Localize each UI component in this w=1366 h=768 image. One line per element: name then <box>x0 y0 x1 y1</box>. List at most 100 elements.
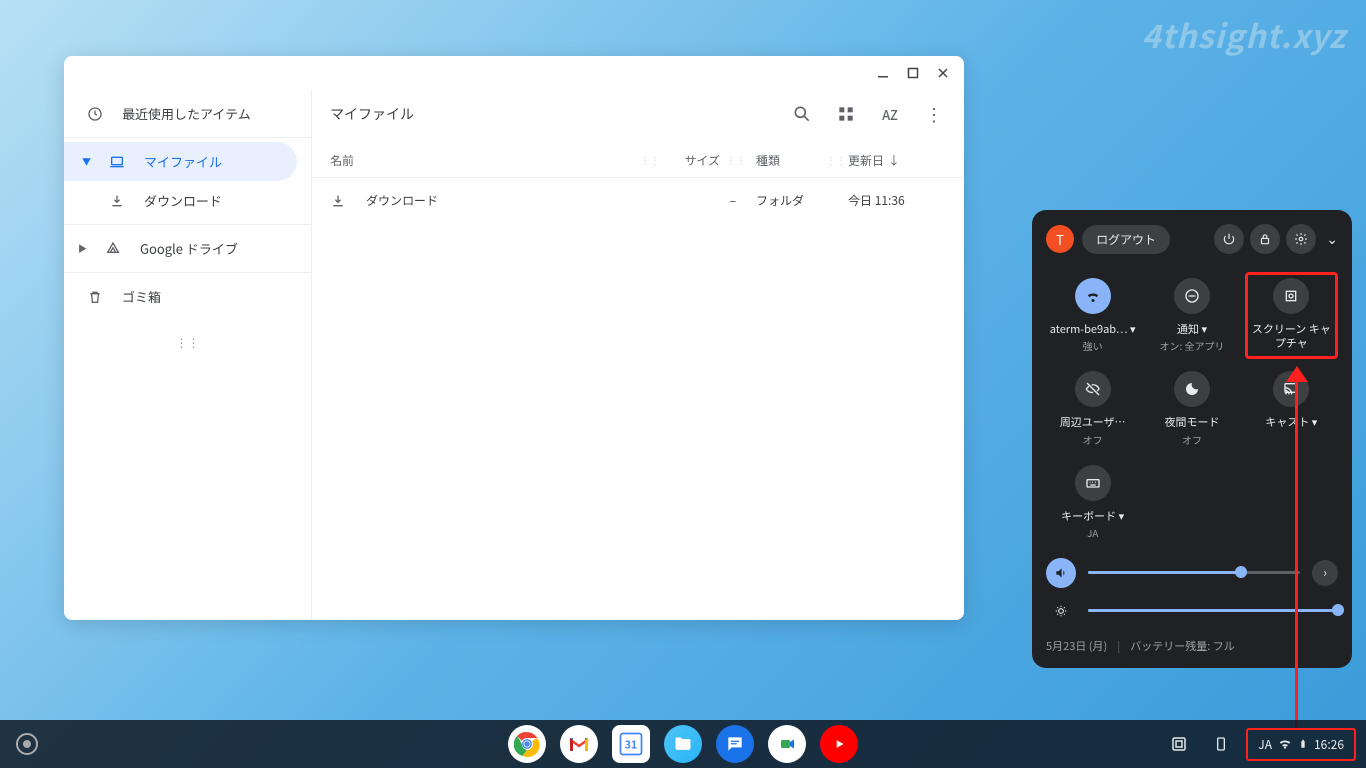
maximize-button[interactable] <box>904 64 922 82</box>
files-icon[interactable] <box>664 725 702 763</box>
youtube-icon[interactable] <box>820 725 858 763</box>
sidebar-item-gdrive[interactable]: ▶ Google ドライブ <box>64 229 311 268</box>
tile-notifications[interactable]: 通知 ▾ オン: 全アプリ <box>1145 272 1238 359</box>
sidebar-item-label: Google ドライブ <box>140 239 238 258</box>
tile-wifi[interactable]: aterm-be9ab… ▾ 強い <box>1046 272 1139 359</box>
tile-sub: JA <box>1087 525 1098 540</box>
tile-label: 通知 ▾ <box>1177 322 1207 336</box>
wifi-icon <box>1278 737 1292 751</box>
launcher-button[interactable] <box>16 733 38 755</box>
tile-label: 夜間モード <box>1164 415 1219 429</box>
close-button[interactable] <box>934 64 952 82</box>
sidebar-item-myfiles[interactable]: ▼ マイファイル <box>64 142 297 181</box>
drag-handle-icon[interactable]: ⋮⋮ <box>64 334 311 351</box>
tile-cast[interactable]: キャスト ▾ <box>1245 365 1338 452</box>
tile-label: スクリーン キャプチャ <box>1248 322 1335 351</box>
duo-icon[interactable] <box>768 725 806 763</box>
sidebar-item-trash[interactable]: ゴミ箱 <box>64 277 311 316</box>
breadcrumb-title: マイファイル <box>330 104 770 124</box>
power-button[interactable] <box>1214 224 1244 254</box>
tile-sub: 強い <box>1083 338 1103 353</box>
settings-button[interactable] <box>1286 224 1316 254</box>
quick-settings-panel: T ログアウト ⌄ aterm-be9ab… ▾ 強い 通知 ▾ オン: 全アプ… <box>1032 210 1352 668</box>
table-row[interactable]: ダウンロード – フォルダ 今日 11:36 <box>312 178 964 223</box>
tile-screen-capture[interactable]: スクリーン キャプチャ <box>1245 272 1338 359</box>
row-type: フォルダ <box>736 192 836 209</box>
logout-button[interactable]: ログアウト <box>1082 225 1170 254</box>
table-header: 名前 ⋮⋮ サイズ ⋮⋮ 種類 ⋮⋮ 更新日↓ <box>312 144 964 178</box>
battery-label: バッテリー残量: フル <box>1130 638 1235 654</box>
chrome-icon[interactable] <box>508 725 546 763</box>
keyboard-icon <box>1075 465 1111 501</box>
main-content: マイファイル AZ ⋮ 名前 ⋮⋮ サイズ ⋮⋮ 種類 ⋮⋮ 更新日↓ ダウンロ… <box>312 90 964 620</box>
download-icon <box>108 193 126 209</box>
sidebar-item-downloads[interactable]: ダウンロード <box>64 181 311 220</box>
brightness-slider-row <box>1046 596 1338 626</box>
qs-footer: 5月23日 (月) | バッテリー残量: フル <box>1046 638 1338 654</box>
tile-sub: オフ <box>1182 432 1202 447</box>
tile-nearby[interactable]: 周辺ユーザ… オフ <box>1046 365 1139 452</box>
tile-label: 周辺ユーザ… <box>1060 415 1126 429</box>
volume-icon[interactable] <box>1046 558 1076 588</box>
col-name[interactable]: 名前 <box>330 152 640 169</box>
sidebar-item-recent[interactable]: 最近使用したアイテム <box>64 94 311 133</box>
wifi-icon <box>1075 278 1111 314</box>
avatar[interactable]: T <box>1046 225 1074 253</box>
watermark: 4thsight.xyz <box>1142 12 1346 58</box>
sidebar-item-label: ダウンロード <box>144 191 222 210</box>
tile-night-light[interactable]: 夜間モード オフ <box>1145 365 1238 452</box>
dnd-icon <box>1174 278 1210 314</box>
brightness-slider[interactable] <box>1088 609 1338 612</box>
holding-space-icon[interactable] <box>1162 727 1196 761</box>
window-titlebar <box>64 56 964 90</box>
status-tray[interactable]: JA 16:26 <box>1246 728 1356 761</box>
shelf: 31 JA 16:26 <box>0 720 1366 768</box>
qs-tiles-grid: aterm-be9ab… ▾ 強い 通知 ▾ オン: 全アプリ スクリーン キャ… <box>1046 272 1338 546</box>
col-size[interactable]: サイズ <box>650 152 720 169</box>
calendar-icon[interactable]: 31 <box>612 725 650 763</box>
search-button[interactable] <box>790 102 814 126</box>
sidebar-item-label: マイファイル <box>144 152 222 171</box>
row-date: 今日 11:36 <box>836 192 946 209</box>
svg-text:31: 31 <box>625 738 637 753</box>
clock: 16:26 <box>1314 736 1344 753</box>
collapse-button[interactable]: ⌄ <box>1326 229 1338 249</box>
chevron-right-icon: ▶ <box>78 242 86 255</box>
volume-slider[interactable] <box>1088 571 1300 574</box>
divider <box>64 137 311 138</box>
sort-button[interactable]: AZ <box>878 102 902 126</box>
col-handle-icon[interactable]: ⋮⋮ <box>826 152 836 169</box>
sidebar-item-label: 最近使用したアイテム <box>122 104 251 123</box>
col-handle-icon[interactable]: ⋮⋮ <box>640 152 650 169</box>
qs-top-row: T ログアウト ⌄ <box>1046 224 1338 254</box>
tile-sub: オフ <box>1083 432 1103 447</box>
files-app-window: 最近使用したアイテム ▼ マイファイル ダウンロード ▶ Google ドライブ <box>64 56 964 620</box>
minimize-button[interactable] <box>874 64 892 82</box>
battery-icon <box>1298 737 1308 751</box>
tile-label: キャスト ▾ <box>1265 415 1317 429</box>
divider: | <box>1117 638 1120 654</box>
sort-desc-icon: ↓ <box>888 152 900 169</box>
col-date[interactable]: 更新日↓ <box>836 152 946 169</box>
gdrive-icon <box>104 241 122 257</box>
tile-keyboard[interactable]: キーボード ▾ JA <box>1046 459 1139 546</box>
tile-sub: オン: 全アプリ <box>1159 338 1224 353</box>
more-button[interactable]: ⋮ <box>922 102 946 126</box>
phone-hub-icon[interactable] <box>1204 727 1238 761</box>
gmail-icon[interactable] <box>560 725 598 763</box>
brightness-icon[interactable] <box>1046 596 1076 626</box>
sidebar-item-label: ゴミ箱 <box>122 287 161 306</box>
col-handle-icon[interactable]: ⋮⋮ <box>726 152 736 169</box>
messages-icon[interactable] <box>716 725 754 763</box>
col-type[interactable]: 種類 <box>736 152 826 169</box>
tile-label: キーボード ▾ <box>1061 509 1124 523</box>
trash-icon <box>86 289 104 305</box>
date-label: 5月23日 (月) <box>1046 638 1107 654</box>
divider <box>64 272 311 273</box>
audio-settings-button[interactable]: › <box>1312 560 1338 586</box>
shelf-pinned-apps: 31 <box>508 725 858 763</box>
tile-label: aterm-be9ab… ▾ <box>1050 322 1136 336</box>
lock-button[interactable] <box>1250 224 1280 254</box>
download-icon <box>330 193 346 209</box>
view-grid-button[interactable] <box>834 102 858 126</box>
